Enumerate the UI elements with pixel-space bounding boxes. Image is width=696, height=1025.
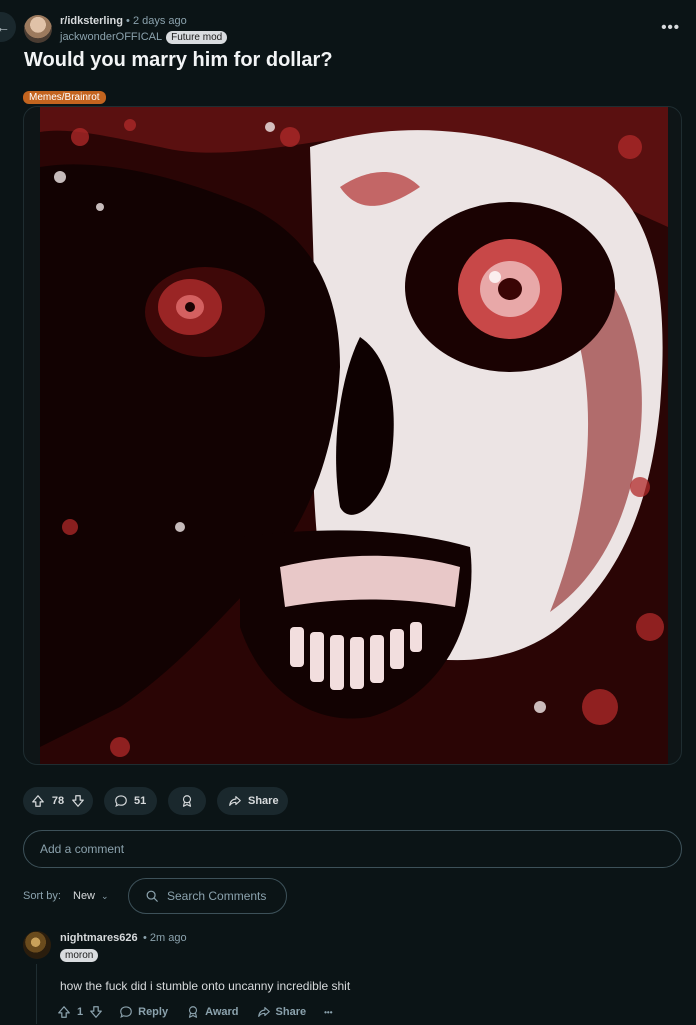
more-options-button[interactable]: ••• bbox=[661, 19, 680, 36]
sort-dropdown[interactable]: New ⌄ bbox=[73, 890, 109, 902]
comment-actions: 1 Reply Award Share ••• bbox=[57, 1005, 351, 1019]
comment-more-button[interactable]: ••• bbox=[324, 1008, 332, 1017]
comment-vote: 1 bbox=[57, 1005, 103, 1019]
vote-count: 78 bbox=[51, 795, 65, 807]
downvote-icon[interactable] bbox=[71, 794, 85, 808]
creepy-face-image bbox=[40, 107, 668, 764]
add-comment-placeholder: Add a comment bbox=[40, 842, 125, 856]
chevron-down-icon: ⌄ bbox=[101, 890, 109, 901]
back-button[interactable]: ← bbox=[0, 12, 16, 42]
author-flair: Future mod bbox=[166, 30, 228, 44]
comment-author[interactable]: nightmares626 bbox=[60, 932, 138, 944]
share-icon bbox=[257, 1005, 271, 1019]
award-icon bbox=[186, 1005, 200, 1019]
downvote-icon[interactable] bbox=[89, 1005, 103, 1019]
arrow-left-icon: ← bbox=[0, 19, 10, 35]
add-comment-input[interactable]: Add a comment bbox=[23, 830, 682, 868]
upvote-icon[interactable] bbox=[57, 1005, 71, 1019]
share-icon bbox=[228, 794, 242, 808]
comment-time: • 2m ago bbox=[143, 932, 187, 944]
comment-count: 51 bbox=[134, 795, 147, 807]
subreddit-link[interactable]: r/idksterling bbox=[60, 15, 123, 27]
search-icon bbox=[145, 889, 159, 903]
author-line: jackwonderOFFICAL Future mod bbox=[60, 30, 228, 44]
share-label: Share bbox=[248, 795, 279, 807]
post-flair[interactable]: Memes/Brainrot bbox=[23, 91, 106, 104]
comment-body: how the fuck did i stumble onto uncanny … bbox=[60, 979, 351, 993]
award-button[interactable] bbox=[168, 787, 206, 815]
upvote-icon[interactable] bbox=[31, 794, 45, 808]
post-time: 2 days ago bbox=[132, 15, 187, 27]
comment-award-button[interactable]: Award bbox=[186, 1005, 239, 1019]
post-image[interactable] bbox=[23, 106, 682, 765]
award-icon bbox=[180, 794, 194, 808]
thread-line[interactable] bbox=[36, 964, 37, 1024]
meta-separator: • bbox=[126, 15, 130, 27]
comment-share-label: Share bbox=[275, 1006, 307, 1018]
post-meta: r/idksterling • 2 days ago bbox=[60, 15, 187, 28]
sort-value: New bbox=[73, 890, 96, 902]
sort-label: Sort by: bbox=[23, 890, 61, 902]
comment-share-button[interactable]: Share bbox=[257, 1005, 307, 1019]
subreddit-avatar[interactable] bbox=[24, 15, 52, 43]
post-title: Would you marry him for dollar? bbox=[24, 49, 333, 71]
comment-bubble-icon bbox=[114, 794, 128, 808]
award-label: Award bbox=[205, 1006, 239, 1018]
author-link[interactable]: jackwonderOFFICAL bbox=[60, 30, 162, 44]
comment-author-flair: moron bbox=[60, 949, 99, 962]
search-comments-input[interactable]: Search Comments bbox=[128, 878, 287, 914]
share-button[interactable]: Share bbox=[217, 787, 288, 815]
comment-separator: • bbox=[143, 932, 147, 944]
search-comments-placeholder: Search Comments bbox=[167, 889, 267, 903]
reply-label: Reply bbox=[138, 1006, 169, 1018]
comment-bubble-icon bbox=[119, 1005, 133, 1019]
comment-time-value: 2m ago bbox=[149, 932, 187, 944]
vote-bar: 78 bbox=[23, 787, 93, 815]
reply-button[interactable]: Reply bbox=[119, 1005, 168, 1019]
comments-button[interactable]: 51 bbox=[104, 787, 157, 815]
comment-vote-count: 1 bbox=[77, 1006, 84, 1018]
commenter-avatar[interactable] bbox=[23, 931, 51, 959]
